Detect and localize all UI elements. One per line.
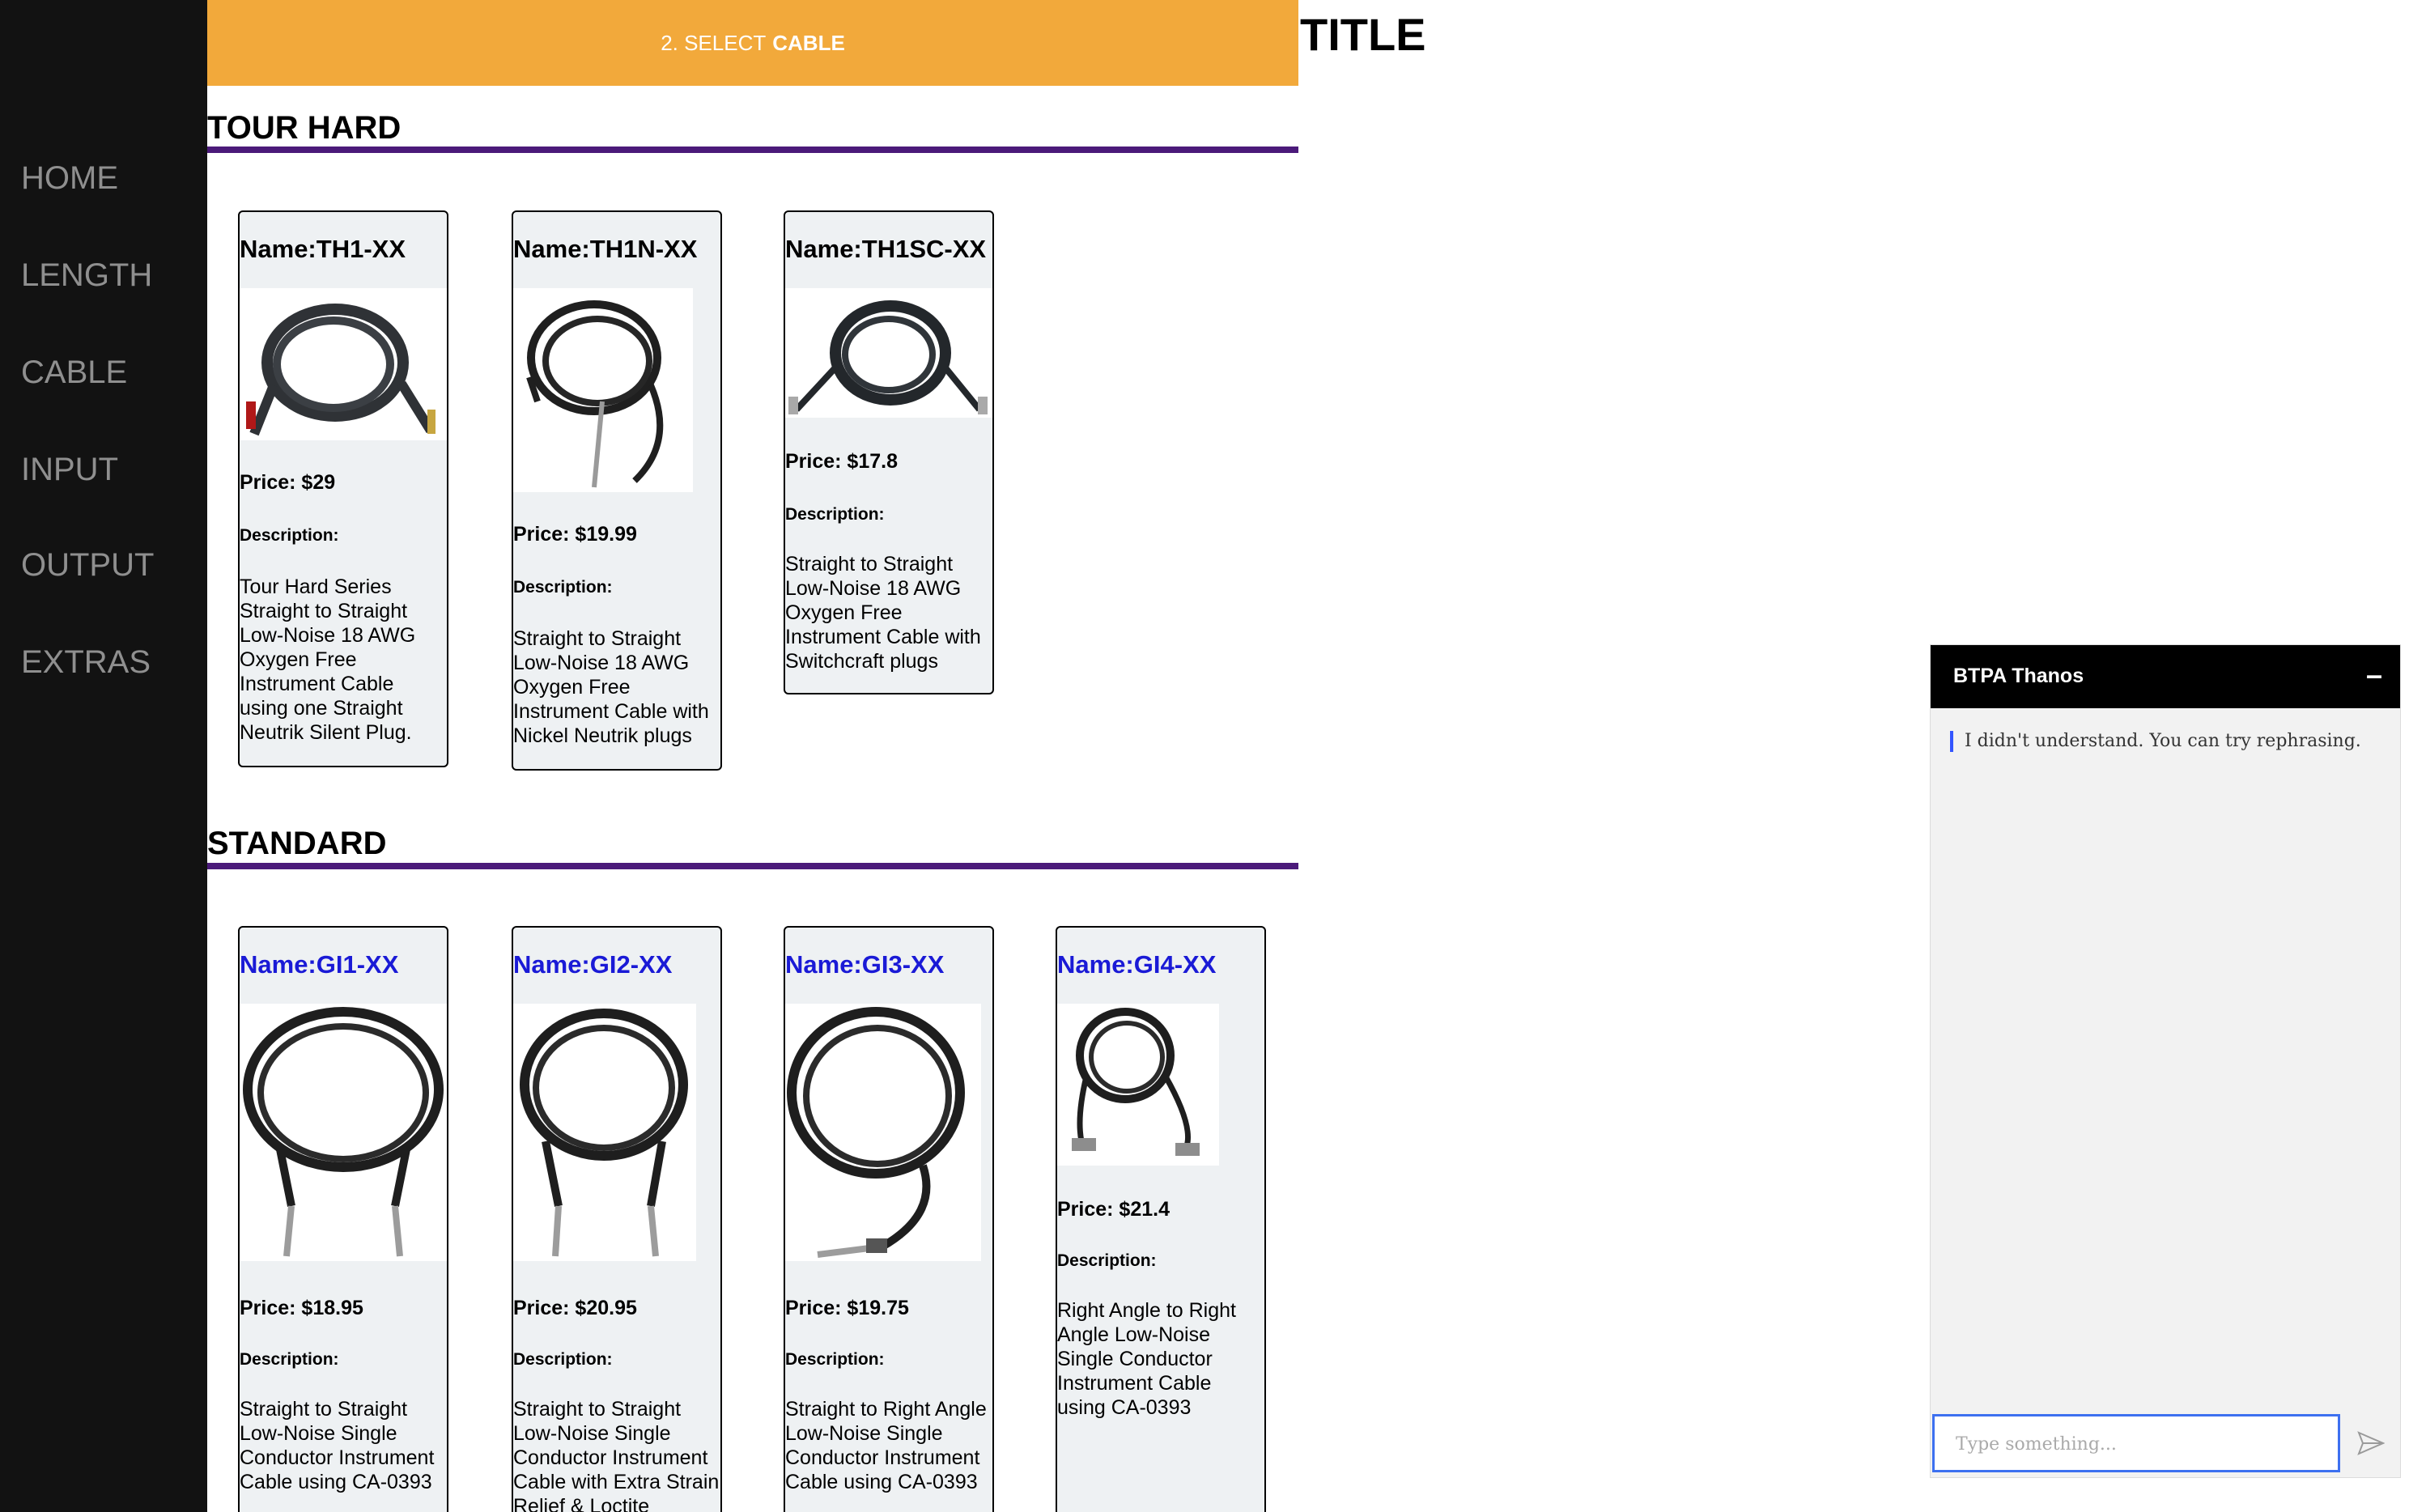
description-label: Description: <box>785 1350 885 1369</box>
product-description: Straight to Straight Low-Noise 18 AWG Ox… <box>785 553 981 673</box>
section-heading-tour-hard: TOUR HARD <box>207 110 402 146</box>
product-image <box>513 1004 696 1261</box>
description-label: Description: <box>1057 1251 1157 1270</box>
section-divider <box>207 863 1298 869</box>
product-name: Name:TH1SC-XX <box>785 235 987 263</box>
product-price: Price: $17.8 <box>785 450 898 473</box>
description-label: Description: <box>240 526 339 545</box>
product-description: Tour Hard Series Straight to Straight Lo… <box>240 575 416 744</box>
nav-item-input[interactable]: INPUT <box>21 452 118 488</box>
product-name-link[interactable]: Name:GI4-XX <box>1057 950 1216 979</box>
product-image <box>513 288 693 492</box>
message-accent-bar <box>1950 731 1953 752</box>
step-banner: 2. SELECT CABLE <box>207 0 1298 86</box>
product-name-link[interactable]: Name:GI2-XX <box>513 950 672 979</box>
chat-widget: BTPA Thanos – I didn't understand. You c… <box>1930 644 2401 1478</box>
product-card[interactable]: Name:GI1-XX Price: $18.95 Description: S… <box>238 926 448 1512</box>
product-image <box>785 1004 981 1261</box>
step-banner-prefix: 2. SELECT <box>661 30 767 55</box>
send-icon <box>2357 1431 2385 1455</box>
description-label: Description: <box>240 1350 339 1369</box>
product-price: Price: $29 <box>240 471 336 494</box>
product-image <box>785 288 992 418</box>
product-description: Right Angle to Right Angle Low-Noise Sin… <box>1057 1299 1236 1419</box>
section-heading-standard: STANDARD <box>207 826 387 861</box>
nav-item-length[interactable]: LENGTH <box>21 257 152 294</box>
send-button[interactable] <box>2347 1416 2395 1471</box>
description-label: Description: <box>513 1350 613 1369</box>
description-label: Description: <box>785 505 885 524</box>
product-price: Price: $19.75 <box>785 1297 909 1319</box>
product-description: Straight to Straight Low-Noise Single Co… <box>240 1398 435 1493</box>
product-card[interactable]: Name:TH1-XX Price: $29 Description: Tour… <box>238 210 448 767</box>
description-label: Description: <box>513 578 613 597</box>
product-image <box>240 1004 447 1261</box>
product-description: Straight to Right Angle Low-Noise Single… <box>785 1398 987 1493</box>
nav-item-cable[interactable]: CABLE <box>21 355 127 391</box>
product-name-link[interactable]: Name:GI3-XX <box>785 950 944 979</box>
chat-input-placeholder: Type something... <box>1956 1434 2117 1455</box>
nav-item-home[interactable]: HOME <box>21 160 118 197</box>
sidebar: HOME LENGTH CABLE INPUT OUTPUT EXTRAS <box>0 0 207 1512</box>
chat-title: BTPA Thanos <box>1953 665 2084 687</box>
product-name: Name:TH1N-XX <box>513 235 698 263</box>
product-description: Straight to Straight Low-Noise Single Co… <box>513 1398 720 1512</box>
product-price: Price: $18.95 <box>240 1297 363 1319</box>
product-image <box>240 288 447 440</box>
product-card[interactable]: Name:TH1SC-XX Price: $17.8 Description: … <box>784 210 994 694</box>
product-card[interactable]: Name:GI4-XX Price: $21.4 Description: Ri… <box>1056 926 1266 1512</box>
product-card[interactable]: Name:GI2-XX Price: $20.95 Description: S… <box>512 926 722 1512</box>
product-card[interactable]: Name:GI3-XX Price: $19.75 Description: S… <box>784 926 994 1512</box>
bot-message: I didn't understand. You can try rephras… <box>1965 731 2361 751</box>
chat-header: BTPA Thanos – <box>1931 645 2400 708</box>
product-description: Straight to Straight Low-Noise 18 AWG Ox… <box>513 627 709 747</box>
section-divider <box>207 147 1298 153</box>
step-banner-emphasis: CABLE <box>772 30 845 55</box>
nav-item-output[interactable]: OUTPUT <box>21 547 154 584</box>
product-name-link[interactable]: Name:GI1-XX <box>240 950 398 979</box>
chat-input[interactable]: Type something... <box>1932 1414 2340 1472</box>
product-price: Price: $19.99 <box>513 523 637 546</box>
product-name: Name:TH1-XX <box>240 235 406 263</box>
product-price: Price: $20.95 <box>513 1297 637 1319</box>
product-price: Price: $21.4 <box>1057 1198 1170 1221</box>
product-card[interactable]: Name:TH1N-XX Price: $19.99 Description: … <box>512 210 722 771</box>
page-title: TITLE <box>1300 9 1426 60</box>
product-image <box>1057 1004 1219 1166</box>
minimize-icon[interactable]: – <box>2366 658 2382 692</box>
nav-item-extras[interactable]: EXTRAS <box>21 644 151 681</box>
